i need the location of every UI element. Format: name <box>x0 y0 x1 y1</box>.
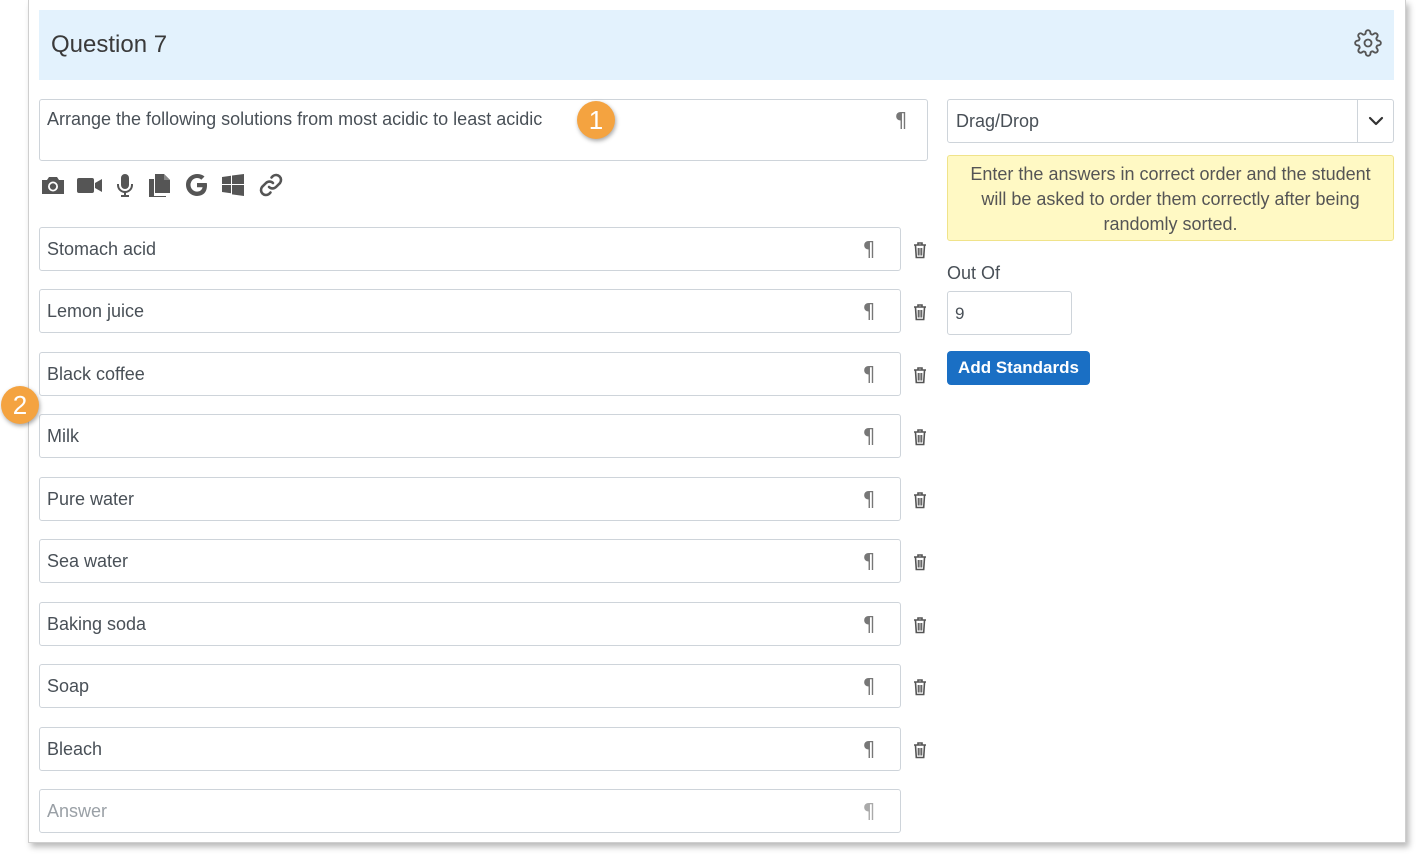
new-answer-input[interactable]: Answer ¶ <box>39 789 901 833</box>
out-of-input[interactable]: 9 <box>947 291 1072 335</box>
answer-input[interactable]: Stomach acid ¶ <box>39 227 901 271</box>
instructions-alert: Enter the answers in correct order and t… <box>947 155 1394 241</box>
chevron-down-icon[interactable] <box>1367 112 1385 130</box>
answer-text: Sea water <box>47 551 129 571</box>
paragraph-icon[interactable]: ¶ <box>860 800 878 822</box>
trash-icon[interactable] <box>911 427 929 447</box>
paragraph-icon[interactable]: ¶ <box>860 675 878 697</box>
answer-text: Pure water <box>47 489 135 509</box>
paragraph-icon[interactable]: ¶ <box>860 425 878 447</box>
trash-icon[interactable] <box>911 677 929 697</box>
windows-icon[interactable] <box>219 171 247 199</box>
question-type-value: Drag/Drop <box>956 111 1040 131</box>
answer-text: Black coffee <box>47 364 145 384</box>
question-title: Question 7 <box>51 31 168 58</box>
trash-icon[interactable] <box>911 490 929 510</box>
question-text: Arrange the following solutions from mos… <box>47 109 543 129</box>
answer-input[interactable]: Lemon juice ¶ <box>39 289 901 333</box>
answer-input[interactable]: Milk ¶ <box>39 414 901 458</box>
trash-icon[interactable] <box>911 302 929 322</box>
trash-icon[interactable] <box>911 365 929 385</box>
link-icon[interactable] <box>257 171 285 199</box>
gear-icon[interactable] <box>1354 29 1382 57</box>
microphone-icon[interactable] <box>111 171 139 199</box>
answer-text: Bleach <box>47 739 103 759</box>
trash-icon[interactable] <box>911 552 929 572</box>
answer-text: Soap <box>47 676 90 696</box>
answer-input[interactable]: Pure water ¶ <box>39 477 901 521</box>
paragraph-icon[interactable]: ¶ <box>860 550 878 572</box>
trash-icon[interactable] <box>911 240 929 260</box>
answer-input[interactable]: Bleach ¶ <box>39 727 901 771</box>
select-divider <box>1357 100 1358 142</box>
paragraph-icon[interactable]: ¶ <box>860 238 878 260</box>
question-type-select[interactable]: Drag/Drop <box>947 99 1394 143</box>
trash-icon[interactable] <box>911 740 929 760</box>
answer-input[interactable]: Sea water ¶ <box>39 539 901 583</box>
google-icon[interactable] <box>183 171 211 199</box>
add-standards-button[interactable]: Add Standards <box>947 351 1090 385</box>
question-card: Question 7 Arrange the following solutio… <box>28 0 1406 843</box>
question-text-input[interactable]: Arrange the following solutions from mos… <box>39 99 928 161</box>
paragraph-icon[interactable]: ¶ <box>860 488 878 510</box>
paragraph-icon[interactable]: ¶ <box>892 109 910 131</box>
trash-icon[interactable] <box>911 615 929 635</box>
answer-text: Stomach acid <box>47 239 157 259</box>
paragraph-icon[interactable]: ¶ <box>860 613 878 635</box>
callout-badge-1: 1 <box>577 101 615 139</box>
paragraph-icon[interactable]: ¶ <box>860 300 878 322</box>
video-icon[interactable] <box>75 171 103 199</box>
paragraph-icon[interactable]: ¶ <box>860 363 878 385</box>
answer-input[interactable]: Black coffee ¶ <box>39 352 901 396</box>
answer-input[interactable]: Soap ¶ <box>39 664 901 708</box>
answer-placeholder: Answer <box>47 801 108 821</box>
answer-text: Lemon juice <box>47 301 145 321</box>
out-of-value: 9 <box>955 304 965 323</box>
answer-text: Baking soda <box>47 614 147 634</box>
paragraph-icon[interactable]: ¶ <box>860 738 878 760</box>
files-icon[interactable] <box>145 171 173 199</box>
question-header: Question 7 <box>39 10 1394 80</box>
answer-input[interactable]: Baking soda ¶ <box>39 602 901 646</box>
out-of-label: Out Of <box>947 263 1001 283</box>
callout-badge-2: 2 <box>1 386 39 424</box>
answer-text: Milk <box>47 426 79 446</box>
camera-icon[interactable] <box>39 171 67 199</box>
